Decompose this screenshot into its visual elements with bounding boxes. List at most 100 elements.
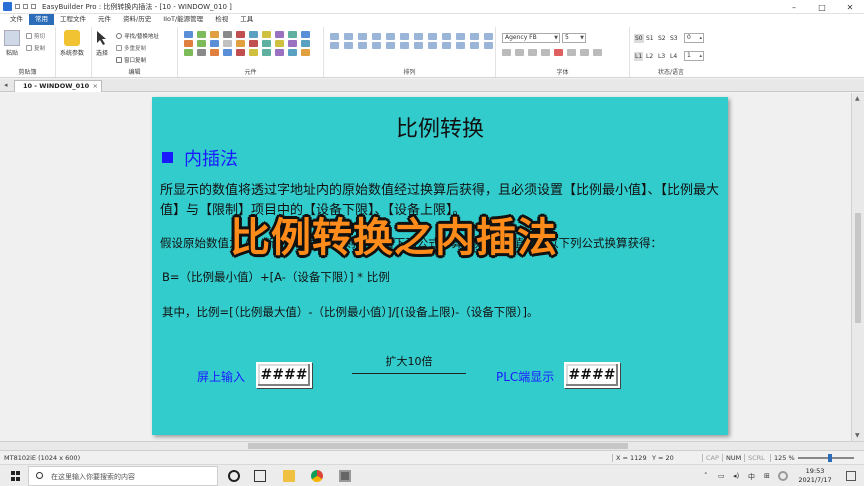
tab-tools[interactable]: 工具 <box>234 14 259 25</box>
vertical-scrollbar[interactable]: ▲ ▼ <box>851 93 864 441</box>
vertical-scroll-thumb[interactable] <box>855 213 861 323</box>
combo-icon[interactable] <box>210 49 219 56</box>
set-bit-icon[interactable] <box>210 31 219 38</box>
text-right-icon[interactable] <box>593 49 602 56</box>
screen-input-numeric[interactable]: #### <box>256 362 312 388</box>
task-view-icon[interactable] <box>254 470 266 482</box>
cut-button[interactable]: 剪切 <box>26 32 45 40</box>
align-bottom-icon[interactable] <box>400 33 409 40</box>
strike-icon[interactable] <box>541 49 550 56</box>
font-size-select[interactable]: 5 ▼ <box>562 33 586 43</box>
lock-icon[interactable] <box>400 42 409 49</box>
group-icon[interactable] <box>484 33 493 40</box>
zoom-slider[interactable] <box>798 457 854 459</box>
slider-icon[interactable] <box>275 31 284 38</box>
center-v-icon[interactable] <box>442 42 451 49</box>
state-stepper[interactable]: 0 ▴ <box>684 33 704 43</box>
hmi-window-canvas[interactable]: 比例转换 内插法 所显示的数值将透过字地址内的原始数值经过换算后获得，且必须设置… <box>152 97 728 435</box>
cortana-icon[interactable] <box>228 470 240 482</box>
lang-l2[interactable]: L2 <box>646 52 653 61</box>
font-color-icon[interactable] <box>554 49 563 56</box>
lang-l3[interactable]: L3 <box>658 52 665 61</box>
state-s0[interactable]: S0 <box>634 34 644 43</box>
italic-icon[interactable] <box>515 49 524 56</box>
redo-icon[interactable] <box>31 4 36 9</box>
paste-button[interactable]: 粘贴 <box>4 30 20 57</box>
text-left-icon[interactable] <box>567 49 576 56</box>
word-lamp-icon[interactable] <box>197 31 206 38</box>
close-tab-icon[interactable]: × <box>93 81 98 92</box>
distribute-h-icon[interactable] <box>330 42 339 49</box>
tab-view[interactable]: 检视 <box>209 14 234 25</box>
select-button[interactable]: 选择 <box>96 30 108 57</box>
trend-icon[interactable] <box>223 40 232 47</box>
sync-icon[interactable] <box>778 471 788 481</box>
grid-icon[interactable] <box>470 42 479 49</box>
close-button[interactable]: ✕ <box>836 0 864 14</box>
system-params-button[interactable]: 系统参数 <box>60 30 84 57</box>
taskbar-search-box[interactable]: 在这里输入你要搜索的内容 <box>28 466 218 486</box>
language-stepper[interactable]: 1 ▴ <box>684 51 704 61</box>
lang-l1[interactable]: L1 <box>634 52 644 61</box>
numeric-icon[interactable] <box>184 40 193 47</box>
tab-project[interactable]: 工程文件 <box>54 14 92 25</box>
align-left-icon[interactable] <box>330 33 339 40</box>
state-s1[interactable]: S1 <box>646 34 654 43</box>
same-width-icon[interactable] <box>414 33 423 40</box>
align-right-icon[interactable] <box>358 33 367 40</box>
text-icon[interactable] <box>184 49 193 56</box>
scroll-up-icon[interactable]: ▲ <box>855 95 860 102</box>
keyboard-icon[interactable]: ⊞ <box>764 472 770 480</box>
notifications-icon[interactable] <box>846 471 856 481</box>
tab-file[interactable]: 文件 <box>4 14 29 25</box>
copy-button[interactable]: 复制 <box>26 44 45 52</box>
easybuilder-taskbar-icon[interactable] <box>339 470 351 482</box>
meter-icon[interactable] <box>249 40 258 47</box>
table-icon[interactable] <box>197 49 206 56</box>
plc-display-numeric[interactable]: #### <box>564 362 620 388</box>
layer-icon[interactable] <box>484 42 493 49</box>
tab-data-history[interactable]: 资料/历史 <box>117 14 157 25</box>
ascii-icon[interactable] <box>197 40 206 47</box>
flip-v-icon[interactable] <box>372 42 381 49</box>
snap-icon[interactable] <box>456 42 465 49</box>
timer-icon[interactable] <box>249 49 258 56</box>
state-s3[interactable]: S3 <box>670 34 678 43</box>
tab-objects[interactable]: 元件 <box>92 14 117 25</box>
set-word-icon[interactable] <box>223 31 232 38</box>
minimize-button[interactable]: – <box>780 0 808 14</box>
web-icon[interactable] <box>275 49 284 56</box>
ungroup-icon[interactable] <box>414 42 423 49</box>
tab-window-010[interactable]: 10 - WINDOW_010 × <box>14 80 102 92</box>
find-replace-button[interactable]: 寻找/替换地址 <box>116 32 159 40</box>
event-icon[interactable] <box>301 40 310 47</box>
horizontal-scroll-thumb[interactable] <box>248 443 628 449</box>
tab-list-icon[interactable]: ◂ <box>4 81 8 89</box>
tray-expand-icon[interactable]: ˄ <box>704 472 708 480</box>
datetime-icon[interactable] <box>210 40 219 47</box>
align-center-icon[interactable] <box>344 33 353 40</box>
flip-h-icon[interactable] <box>358 42 367 49</box>
bar-graph-icon[interactable] <box>236 40 245 47</box>
font-family-select[interactable]: Agency FB ▼ <box>502 33 560 43</box>
bit-lamp-icon[interactable] <box>184 31 193 38</box>
windows-start-icon[interactable] <box>11 471 21 481</box>
function-key-icon[interactable] <box>236 31 245 38</box>
file-explorer-icon[interactable] <box>283 470 295 482</box>
operation-log-icon[interactable] <box>301 49 310 56</box>
text-center-icon[interactable] <box>580 49 589 56</box>
bold-icon[interactable] <box>502 49 511 56</box>
pdf-icon[interactable] <box>288 49 297 56</box>
send-back-icon[interactable] <box>470 33 479 40</box>
scroll-down-icon[interactable]: ▼ <box>855 432 860 439</box>
distribute-v-icon[interactable] <box>344 42 353 49</box>
toggle-switch-icon[interactable] <box>249 31 258 38</box>
pie-icon[interactable] <box>262 40 271 47</box>
align-top-icon[interactable] <box>372 33 381 40</box>
lang-l4[interactable]: L4 <box>670 52 677 61</box>
multi-copy-button[interactable]: 多重复制 <box>116 44 146 52</box>
rotate-icon[interactable] <box>386 42 395 49</box>
center-h-icon[interactable] <box>428 42 437 49</box>
underline-icon[interactable] <box>528 49 537 56</box>
bring-front-icon[interactable] <box>456 33 465 40</box>
